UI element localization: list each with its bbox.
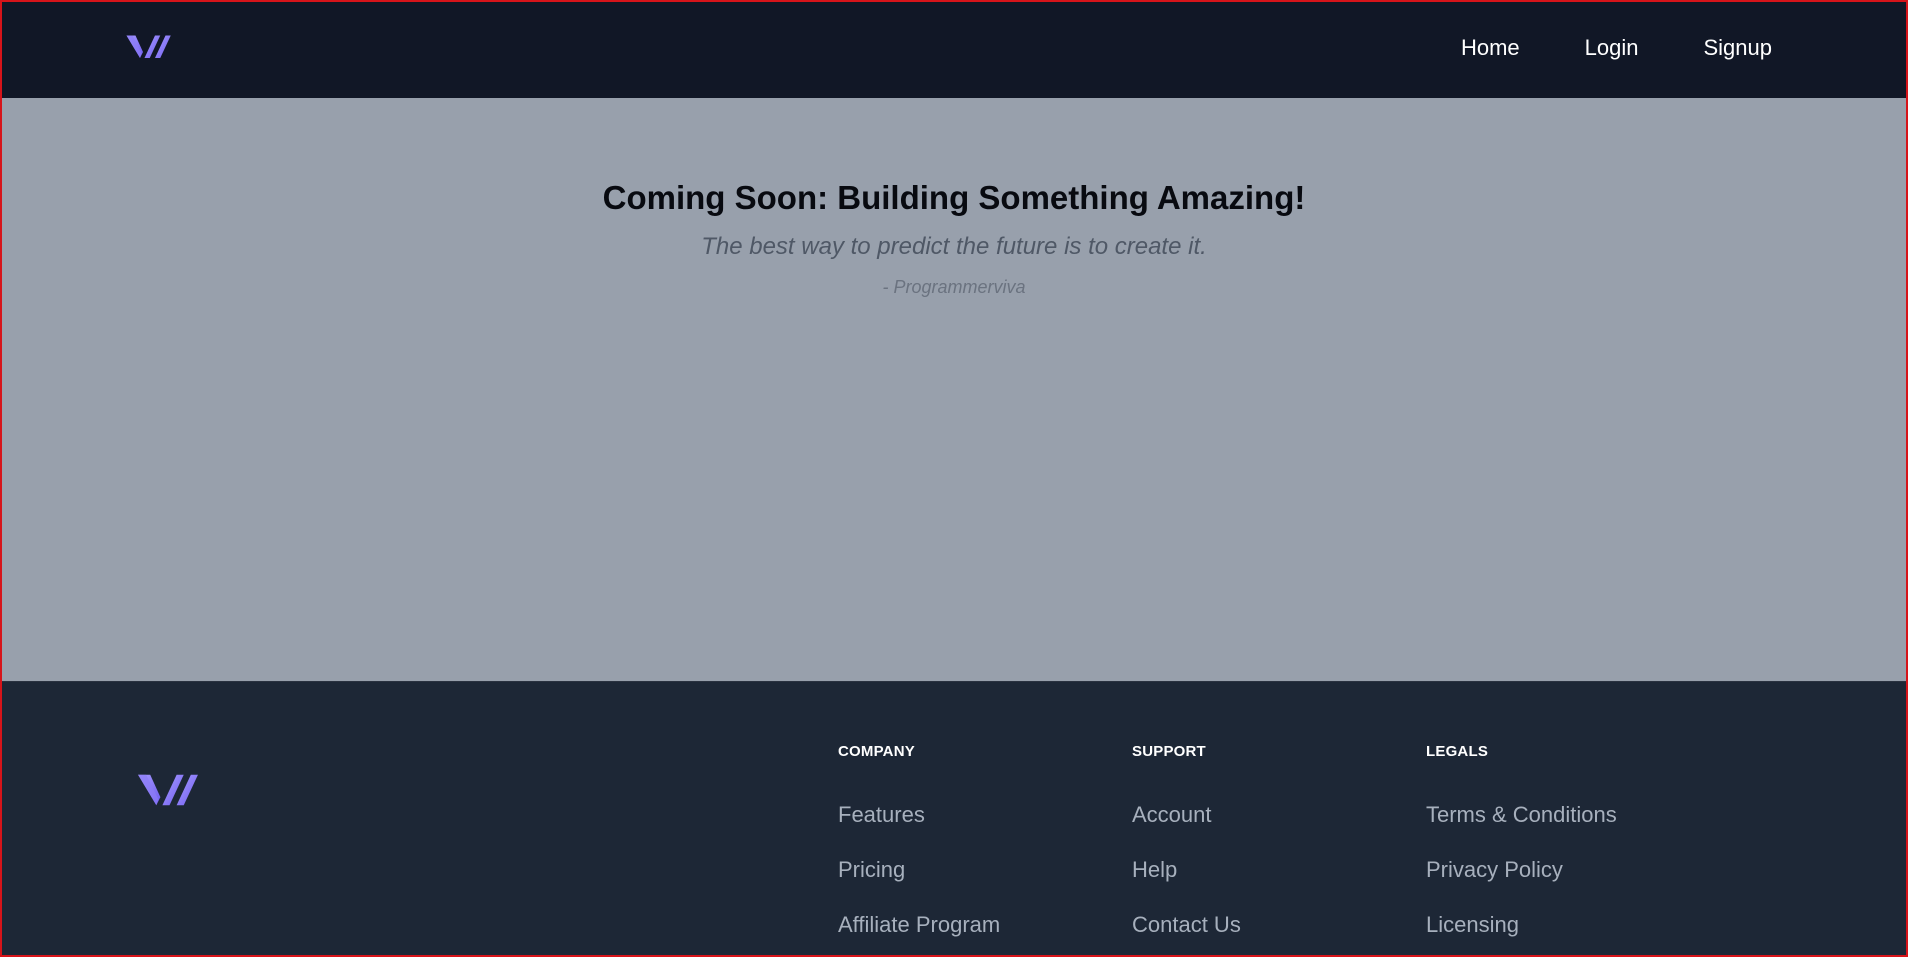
nav-login-link[interactable]: Login [1585, 34, 1639, 62]
footer-link-pricing[interactable]: Pricing [838, 856, 1000, 884]
footer-column-company: COMPANY Features Pricing Affiliate Progr… [838, 742, 1000, 957]
nav-signup-link[interactable]: Signup [1703, 34, 1772, 62]
nav-home-link[interactable]: Home [1461, 34, 1520, 62]
footer-column-legals: LEGALS Terms & Conditions Privacy Policy… [1426, 742, 1617, 957]
quote-author: - Programmerviva [882, 277, 1026, 297]
footer-link-affiliate-program[interactable]: Affiliate Program [838, 911, 1000, 939]
footer-logo-icon[interactable] [136, 770, 201, 808]
footer-link-licensing[interactable]: Licensing [1426, 911, 1617, 939]
footer-link-contact-us[interactable]: Contact Us [1132, 911, 1241, 939]
quote-text: The best way to predict the future is to… [701, 233, 1207, 260]
footer-heading-support: SUPPORT [1132, 743, 1206, 760]
top-navbar: Home Login Signup [0, 0, 1908, 98]
footer-link-privacy-policy[interactable]: Privacy Policy [1426, 856, 1617, 884]
footer-link-features[interactable]: Features [838, 801, 1000, 829]
footer-heading-legals: LEGALS [1426, 743, 1489, 760]
footer-column-support: SUPPORT Account Help Contact Us [1132, 742, 1241, 957]
footer-link-terms-conditions[interactable]: Terms & Conditions [1426, 801, 1617, 829]
coming-soon-section: Coming Soon: Building Something Amazing!… [0, 98, 1908, 682]
site-footer: COMPANY Features Pricing Affiliate Progr… [0, 682, 1908, 957]
page-title: Coming Soon: Building Something Amazing! [602, 179, 1306, 216]
footer-link-help[interactable]: Help [1132, 856, 1241, 884]
footer-heading-company: COMPANY [838, 743, 915, 760]
main-nav: Home Login Signup [1461, 34, 1772, 62]
footer-link-account[interactable]: Account [1132, 801, 1241, 829]
brand-logo-icon[interactable] [125, 32, 173, 60]
